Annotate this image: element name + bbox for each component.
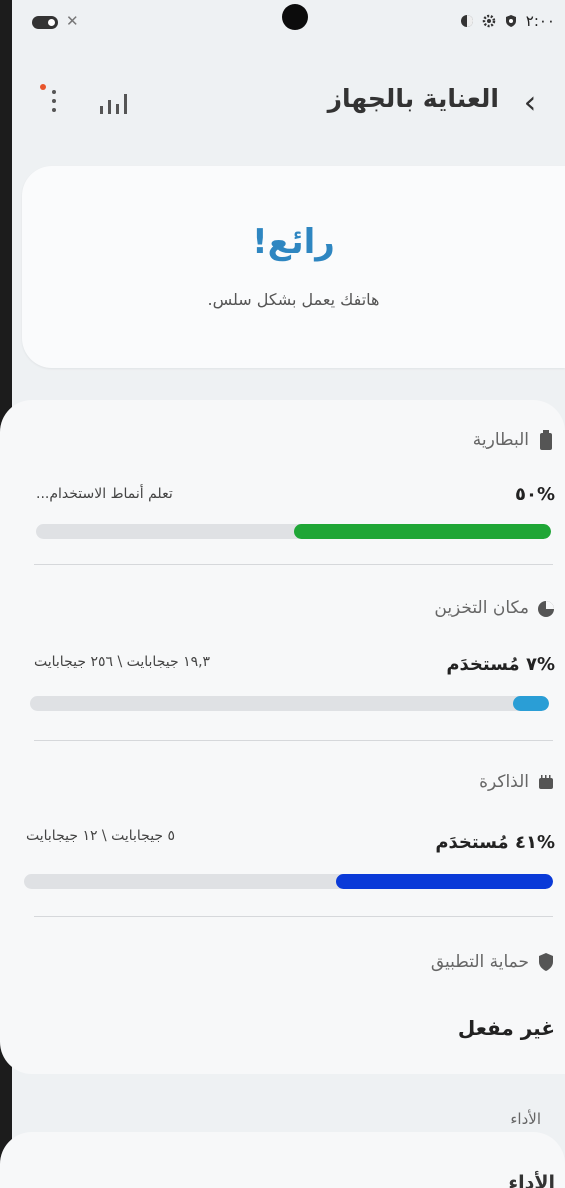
more-options-icon[interactable] [50, 90, 58, 116]
app-protection-row: غير مفعل [24, 1016, 555, 1046]
memory-divider [34, 916, 553, 917]
storage-progress-fill [512, 696, 549, 711]
storage-divider [34, 740, 553, 741]
performance-card[interactable]: الأداء [0, 1132, 565, 1188]
performance-label: الأداء [510, 1110, 541, 1128]
memory-title: الذاكرة [479, 772, 529, 792]
performance-peek-text: الأداء [508, 1172, 555, 1188]
notification-dot [40, 84, 46, 90]
memory-section[interactable]: الذاكرة %٤١ مُستخدَم ٥ جيجابايت \ ١٢ جيج… [24, 772, 555, 922]
status-time: ٢:٠٠ [525, 12, 555, 30]
memory-detail: ٥ جيجابايت \ ١٢ جيجابايت [26, 828, 176, 844]
toggle-icon [32, 16, 58, 29]
storage-value: %٧ مُستخدَم [446, 654, 555, 675]
storage-section[interactable]: مكان التخزين %٧ مُستخدَم ١٩,٣ جيجابايت \… [24, 598, 555, 748]
shield-status-icon [505, 15, 516, 27]
battery-header: البطارية [473, 430, 555, 450]
memory-row: %٤١ مُستخدَم ٥ جيجابايت \ ١٢ جيجابايت [24, 828, 555, 862]
memory-header: الذاكرة [479, 772, 555, 792]
storage-detail: ١٩,٣ جيجابايت \ ٢٥٦ جيجابايت [34, 654, 211, 670]
shield-icon [539, 953, 553, 971]
page-title: العناية بالجهاز [327, 84, 499, 113]
battery-detail: تعلم أنماط الاستخدام... [36, 486, 173, 502]
status-card: رائع! هاتفك يعمل بشكل سلس. [22, 166, 565, 368]
battery-divider [34, 564, 553, 565]
statistics-icon[interactable] [100, 92, 128, 114]
battery-section[interactable]: البطارية %٥٠ تعلم أنماط الاستخدام... [24, 430, 555, 570]
status-headline: رائع! [252, 222, 335, 262]
storage-row: %٧ مُستخدَم ١٩,٣ جيجابايت \ ٢٥٦ جيجابايت [24, 654, 555, 684]
app-protection-header: حماية التطبيق [431, 952, 555, 972]
memory-progress [24, 874, 553, 889]
storage-progress [30, 696, 549, 711]
battery-icon [540, 430, 552, 450]
status-right-group: ٢:٠٠ [460, 12, 555, 30]
device-care-screen: ✕ ٢:٠٠ ‹ العناية بالجهاز رائع! هاتفك يعم… [0, 0, 565, 1188]
back-chevron-icon[interactable]: ‹ [517, 84, 543, 120]
app-protection-title: حماية التطبيق [430, 952, 529, 972]
battery-title: البطارية [472, 430, 529, 450]
app-protection-section[interactable]: حماية التطبيق غير مفعل [24, 952, 555, 1052]
front-camera [282, 4, 308, 30]
data-saver-icon [460, 15, 473, 27]
storage-header: مكان التخزين [434, 598, 555, 618]
settings-gear-icon [482, 14, 496, 28]
storage-title: مكان التخزين [434, 598, 529, 618]
battery-row: %٥٠ تعلم أنماط الاستخدام... [24, 484, 555, 514]
app-header: ‹ العناية بالجهاز [22, 80, 543, 126]
battery-progress [36, 524, 551, 539]
storage-pie-icon [538, 601, 554, 617]
memory-progress-fill [336, 874, 553, 889]
battery-progress-fill [293, 524, 551, 539]
device-metrics-card: البطارية %٥٠ تعلم أنماط الاستخدام... مكا… [0, 400, 565, 1074]
app-protection-value: غير مفعل [457, 1016, 555, 1040]
battery-value: %٥٠ [514, 484, 555, 505]
memory-value: %٤١ مُستخدَم [435, 832, 555, 853]
memory-chip-icon [539, 775, 553, 789]
status-message: هاتفك يعمل بشكل سلس. [207, 290, 380, 309]
no-signal-icon: ✕ [66, 12, 79, 30]
